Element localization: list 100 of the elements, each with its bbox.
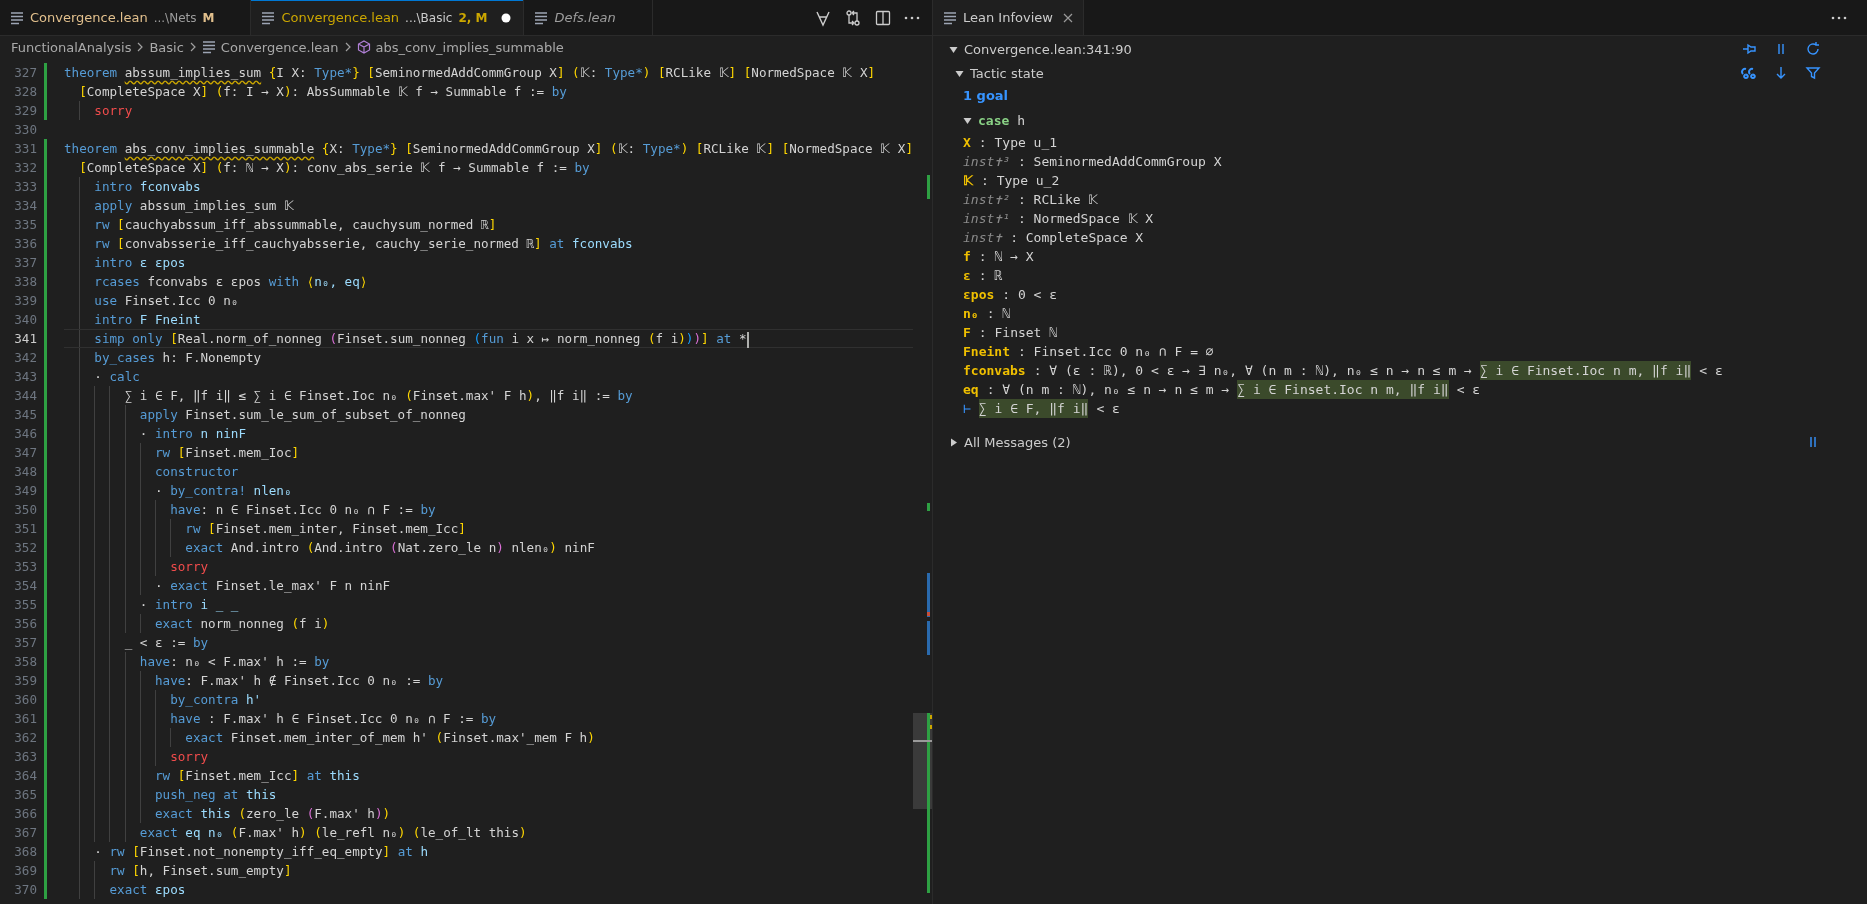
turnstile-symbol: ⊢	[963, 400, 971, 418]
line-number: 337	[13, 254, 37, 272]
file-icon	[943, 10, 957, 25]
line-number: 342	[13, 349, 37, 367]
pin-icon[interactable]	[1741, 41, 1757, 57]
split-editor-icon[interactable]	[874, 8, 892, 27]
breadcrumb-item[interactable]: Basic	[149, 39, 184, 55]
section-heading[interactable]: All Messages (2)	[964, 434, 1071, 450]
quote-icon[interactable]	[1741, 65, 1757, 81]
triangle-icon[interactable]	[949, 44, 958, 54]
hypothesis-name: inst✝	[963, 229, 1003, 247]
line-number: 333	[13, 178, 37, 196]
file-icon	[534, 10, 549, 25]
highlighted-expression: ∑ i ∈ Finset.Ioc n m, ‖f i‖	[1237, 380, 1449, 399]
hypothesis-type: : CompleteSpace X	[1010, 229, 1144, 247]
breadcrumb-item[interactable]: Convergence.lean	[220, 39, 339, 55]
line-number: 328	[13, 83, 37, 101]
cube-icon	[356, 40, 371, 54]
line-number: 332	[13, 159, 37, 177]
line-number: 338	[13, 273, 37, 291]
code-line: theorem abs_conv_implies_summable {X: Type*} [SeminormedAddCommGroup X] (𝕂: Type*) [RCLike 𝕂] [NormedSpace 𝕂 X]	[64, 140, 913, 158]
line-number: 343	[13, 368, 37, 386]
line-number: 334	[13, 197, 37, 215]
hypothesis-name: n₀	[963, 305, 979, 323]
hypothesis-type: < ε	[1096, 400, 1120, 418]
line-number: 349	[13, 482, 37, 500]
hypothesis-name: inst✝²	[963, 191, 1010, 209]
refresh-icon[interactable]	[1805, 41, 1821, 57]
line-number: 340	[13, 311, 37, 329]
line-number: 345	[13, 406, 37, 424]
line-number: 347	[13, 444, 37, 462]
hypothesis-name: F	[963, 324, 971, 342]
filter-icon[interactable]	[1805, 65, 1821, 81]
panel-tab[interactable]: Lean Infoview	[933, 0, 1084, 35]
hypothesis-type: < ε	[1456, 381, 1481, 399]
hypothesis-name: Fneint	[963, 343, 1010, 361]
hypothesis-type: : Type u_2	[981, 172, 1060, 190]
line-number: 354	[13, 577, 37, 595]
highlighted-expression: ∑ i ∈ Finset.Ioc n m, ‖f i‖	[1479, 361, 1692, 380]
line-number: 351	[13, 520, 37, 538]
section-heading[interactable]: Tactic state	[970, 65, 1044, 81]
hypothesis-type: : Finset ℕ	[978, 324, 1058, 342]
triangle-icon[interactable]	[963, 115, 972, 125]
line-number: 369	[13, 862, 37, 880]
line-number: 355	[13, 596, 37, 614]
editor-tab[interactable]: Convergence.lean ...\Basic 2, M	[251, 0, 525, 35]
line-number: 335	[13, 216, 37, 234]
hypothesis-name: fconvabs	[963, 362, 1026, 380]
hypothesis-type: : RCLike 𝕂	[1017, 191, 1099, 209]
hypothesis-type: : ℕ	[986, 305, 1011, 323]
hypothesis-name: εpos	[963, 286, 995, 304]
more-icon[interactable]	[1831, 15, 1847, 20]
line-number: 341	[13, 330, 37, 348]
triangle-icon[interactable]	[955, 68, 964, 78]
line-number: 362	[13, 729, 37, 747]
hypothesis-type: : Finset.Icc 0 n₀ ∩ F = ∅	[1017, 343, 1214, 361]
case-keyword: case	[978, 112, 1010, 128]
line-number: 339	[13, 292, 37, 310]
line-number: 330	[13, 121, 37, 139]
file-icon	[10, 10, 24, 25]
line-number: 358	[13, 653, 37, 671]
close-icon[interactable]	[1062, 12, 1073, 23]
line-number: 370	[13, 881, 37, 899]
hypothesis-type: : NormedSpace 𝕂 X	[1017, 210, 1154, 228]
line-number: 363	[13, 748, 37, 766]
hypothesis-type: : SeminormedAddCommGroup X	[1017, 153, 1222, 171]
line-number: 364	[13, 767, 37, 785]
line-number: 357	[13, 634, 37, 652]
chevron-icon	[188, 42, 197, 52]
hypothesis-name: eq	[963, 381, 979, 399]
file-icon	[201, 40, 216, 54]
line-number: 346	[13, 425, 37, 443]
line-number: 365	[13, 786, 37, 804]
line-number: 331	[13, 140, 37, 158]
hypothesis-name: X	[963, 134, 971, 152]
triangle-icon[interactable]	[949, 437, 958, 447]
line-number: 336	[13, 235, 37, 253]
code-line: theorem abssum_implies_sum {I X: Type*} [SeminormedAddCommGroup X] (𝕂: Type*) [RCLike 𝕂] [NormedSpace 𝕂 X]	[64, 64, 877, 82]
hypothesis-type: : ℕ → X	[978, 248, 1034, 266]
hypothesis-type: : 0 < ε	[1002, 286, 1058, 304]
hypothesis-type: : ∀ (ε : ℝ), 0 < ε → ∃ n₀, ∀ (n m : ℕ), n₀ ≤ n → n ≤ m →	[1033, 362, 1472, 380]
hypothesis-type: < ε	[1699, 362, 1723, 380]
chevron-icon	[343, 42, 352, 52]
code-line: [CompleteSpace X] (f: I → X): AbsSummable 𝕂 f → Summable f := by	[78, 83, 568, 101]
hypothesis-name: 𝕂	[963, 172, 973, 190]
location-heading[interactable]: Convergence.lean:341:90	[964, 41, 1132, 57]
line-number: 367	[13, 824, 37, 842]
hypothesis-type: : ℝ	[978, 267, 1003, 285]
compare-changes-icon[interactable]	[844, 8, 862, 27]
line-number: 353	[13, 558, 37, 576]
breadcrumb-item[interactable]: abs_conv_implies_summable	[375, 39, 564, 55]
hypothesis-name: ε	[963, 267, 971, 285]
line-number: 348	[13, 463, 37, 481]
chevron-icon	[136, 42, 145, 52]
line-number: 329	[13, 102, 37, 120]
hypothesis-name: inst✝³	[963, 153, 1010, 171]
file-icon	[261, 10, 276, 25]
breadcrumb-item[interactable]: FunctionalAnalysis	[11, 39, 132, 55]
more-icon[interactable]	[904, 15, 920, 20]
case-name: h	[1017, 112, 1026, 128]
